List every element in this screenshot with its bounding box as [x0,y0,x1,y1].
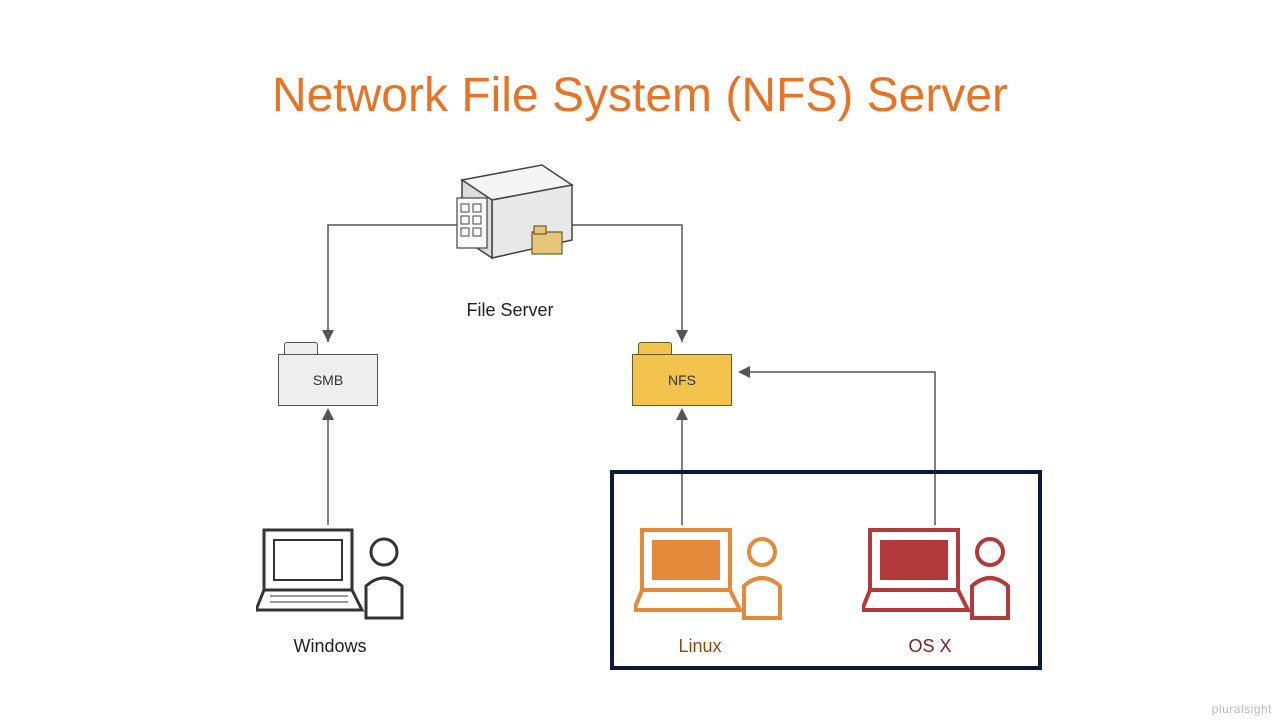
smb-folder-icon: SMB [278,342,378,406]
file-server-icon [432,160,582,280]
windows-client-icon [256,520,426,630]
nfs-clients-highlight [610,470,1042,670]
file-server-label: File Server [430,300,590,321]
nfs-folder-icon: NFS [632,342,732,406]
nfs-folder-label: NFS [632,354,732,406]
smb-folder-label: SMB [278,354,378,406]
watermark: pluralsight [1212,702,1272,716]
windows-label: Windows [270,636,390,657]
